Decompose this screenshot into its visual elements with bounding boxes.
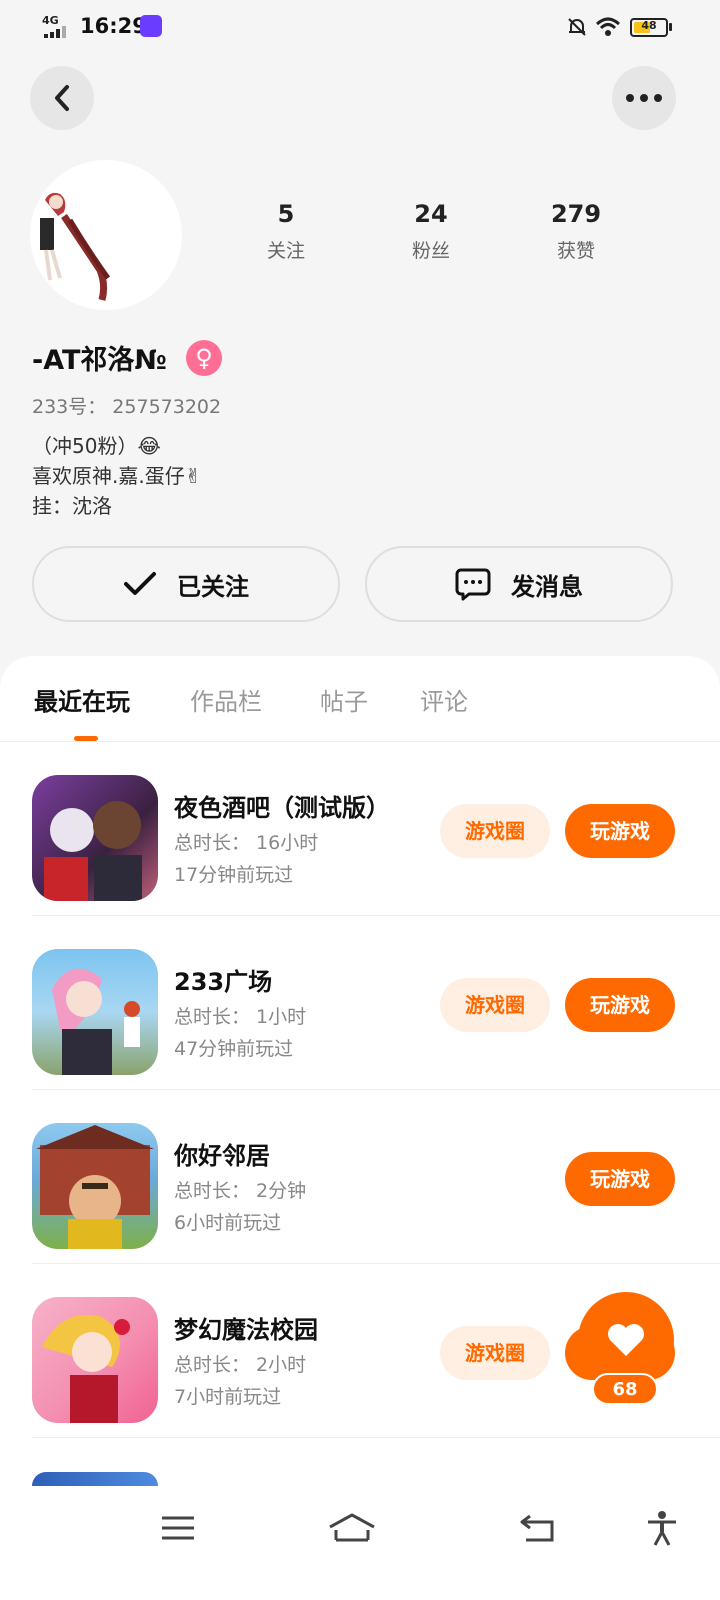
wifi-icon <box>595 17 621 36</box>
game-art <box>42 1315 130 1423</box>
stat-fans[interactable]: 24 粉丝 <box>371 200 491 263</box>
avatar[interactable] <box>30 160 182 310</box>
battery-icon: 48 <box>630 18 668 37</box>
signal-icon <box>44 26 66 38</box>
menu-nav-button[interactable] <box>148 1506 208 1550</box>
tab-recently-played[interactable]: 最近在玩 <box>34 682 130 717</box>
message-label: 发消息 <box>511 572 583 601</box>
game-art <box>44 801 142 901</box>
game-row[interactable]: 夜色酒吧（测试版） 总时长： 16小时 17分钟前玩过 游戏圈 玩游戏 <box>0 742 720 916</box>
accessibility-nav-button[interactable] <box>632 1506 692 1550</box>
battery-level: 48 <box>641 19 657 32</box>
stat-following[interactable]: 5 关注 <box>226 200 346 263</box>
play-game-button[interactable]: 玩游戏 <box>565 1152 675 1206</box>
game-duration: 总时长： 2分钟 <box>174 1180 307 1202</box>
game-duration: 总时长： 2小时 <box>174 1354 307 1376</box>
back-arrow-icon <box>520 1514 554 1542</box>
stat-label: 获赞 <box>556 240 595 262</box>
home-nav-button[interactable] <box>322 1506 382 1550</box>
game-last-played: 47分钟前玩过 <box>174 1038 294 1060</box>
tab-comments[interactable]: 评论 <box>420 682 468 717</box>
system-nav-bar <box>0 1486 720 1600</box>
status-bar: 4G 16:29 48 <box>0 0 720 56</box>
game-name: 梦幻魔法校园 <box>174 1316 318 1344</box>
game-last-played: 6小时前玩过 <box>174 1212 282 1234</box>
game-icon <box>32 1123 158 1249</box>
home-icon <box>329 1513 375 1542</box>
game-icon <box>32 949 158 1075</box>
game-art <box>36 1125 154 1249</box>
bio-line: 喜欢原神.嘉.蛋仔✌ <box>32 464 202 488</box>
user-id: 233号： 257573202 <box>32 396 222 418</box>
checkmark-icon <box>124 572 156 595</box>
game-duration: 总时长： 1小时 <box>174 1006 307 1028</box>
stat-label: 粉丝 <box>411 240 450 262</box>
play-game-button[interactable]: 玩游戏 <box>565 804 675 858</box>
next-game-icon-partial <box>32 1472 158 1486</box>
game-icon <box>32 775 158 901</box>
tab-posts[interactable]: 帖子 <box>320 682 368 717</box>
chat-bubble-icon <box>455 568 491 601</box>
game-row[interactable]: 你好邻居 总时长： 2分钟 6小时前玩过 玩游戏 <box>0 1090 720 1264</box>
stat-value: 279 <box>550 200 602 228</box>
game-row[interactable]: 233广场 总时长： 1小时 47分钟前玩过 游戏圈 玩游戏 <box>0 916 720 1090</box>
game-icon <box>32 1297 158 1423</box>
menu-icon <box>162 1516 194 1540</box>
game-circle-button[interactable]: 游戏圈 <box>440 804 550 858</box>
game-circle-button[interactable]: 游戏圈 <box>440 1326 550 1380</box>
game-last-played: 17分钟前玩过 <box>174 864 294 886</box>
bio-line: （冲50粉）😂 <box>32 434 161 458</box>
nickname: -AT祁洛№ <box>32 345 167 376</box>
message-button[interactable]: 发消息 <box>365 546 673 622</box>
back-button[interactable] <box>30 66 94 130</box>
like-count-badge: 68 <box>592 1373 658 1405</box>
game-name: 233广场 <box>174 968 273 996</box>
more-button[interactable] <box>612 66 676 130</box>
female-gender-icon: ♀ <box>186 340 222 376</box>
play-game-button[interactable]: 玩游戏 <box>565 978 675 1032</box>
content-sheet: 最近在玩 作品栏 帖子 评论 夜色酒吧（测试版） 总时长： 16小时 17分钟前… <box>0 656 720 1600</box>
bio-line: 挂：沈洛 <box>32 494 112 518</box>
followed-label: 已关注 <box>177 572 249 601</box>
game-last-played: 7小时前玩过 <box>174 1386 282 1408</box>
avatar-character-image <box>40 192 111 301</box>
bell-off-icon <box>568 18 586 36</box>
heart-icon <box>608 1324 644 1356</box>
game-name: 你好邻居 <box>174 1142 270 1170</box>
tab-works[interactable]: 作品栏 <box>190 682 262 717</box>
battery-tip <box>669 23 672 31</box>
game-art <box>52 968 140 1075</box>
qq-app-icon <box>140 15 162 37</box>
game-duration: 总时长： 16小时 <box>174 832 319 854</box>
clock: 16:29 <box>80 14 147 38</box>
stat-label: 关注 <box>266 240 305 262</box>
stat-value: 24 <box>414 200 448 228</box>
stat-value: 5 <box>277 200 295 228</box>
row-divider <box>32 1437 720 1438</box>
back-nav-button[interactable] <box>508 1506 568 1550</box>
game-name: 夜色酒吧（测试版） <box>174 794 390 822</box>
stat-likes[interactable]: 279 获赞 <box>516 200 636 263</box>
chevron-left-icon <box>55 85 69 111</box>
followed-button[interactable]: 已关注 <box>32 546 340 622</box>
game-circle-button[interactable]: 游戏圈 <box>440 978 550 1032</box>
accessibility-icon <box>648 1511 676 1546</box>
more-dots-icon <box>626 94 662 102</box>
